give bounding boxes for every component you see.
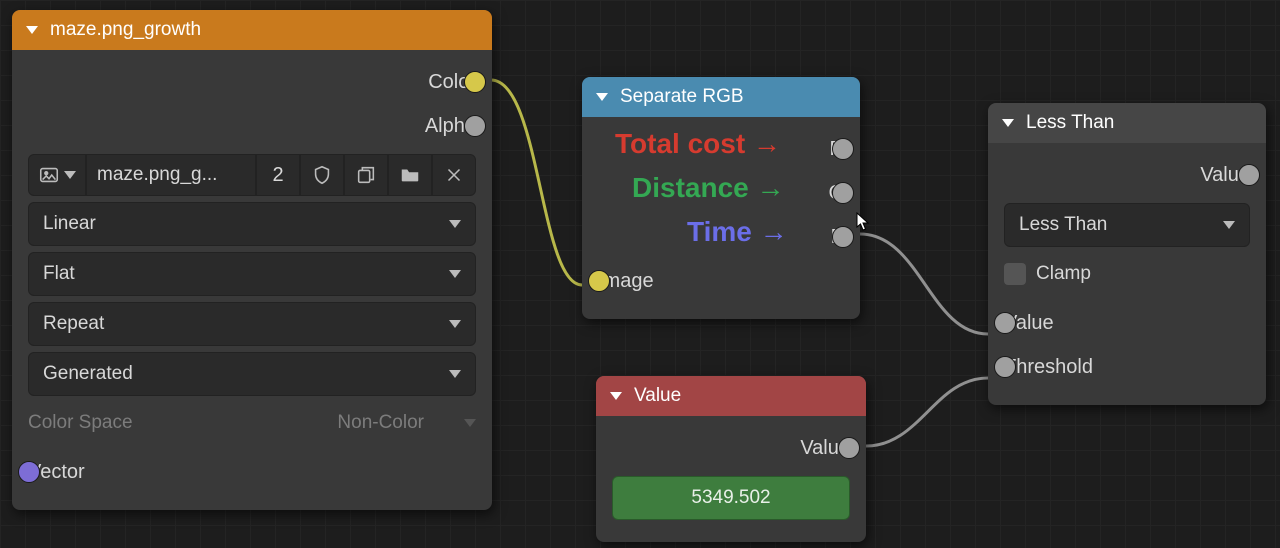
socket-value-output[interactable] [1238,164,1260,186]
node-header[interactable]: Separate RGB [582,77,860,117]
annotation-distance: Distance → [632,172,785,204]
socket-alpha-output[interactable] [464,115,486,137]
color-space-label: Color Space [28,412,133,434]
close-icon [443,164,465,186]
node-header[interactable]: Less Than [988,103,1266,143]
node-title: Less Than [1026,112,1114,134]
input-threshold-row: Threshold [1004,345,1250,389]
interpolation-select[interactable]: Linear [28,202,476,246]
annotation-time: Time → [687,216,788,248]
collapse-icon[interactable] [26,26,38,34]
node-value[interactable]: Value Value 5349.502 [596,376,866,542]
chevron-down-icon [449,270,461,278]
chevron-down-icon [464,419,476,427]
interpolation-label: Linear [43,213,96,235]
operation-select[interactable]: Less Than [1004,203,1250,247]
clamp-checkbox[interactable]: Clamp [1004,253,1250,295]
checkbox-box [1004,263,1026,285]
fake-user-button[interactable] [300,154,344,196]
new-image-button[interactable] [344,154,388,196]
output-alpha-row: Alpha [28,104,476,148]
image-name-field[interactable]: maze.png_g... [86,154,256,196]
node-less-than[interactable]: Less Than Value Less Than Clamp Value Th… [988,103,1266,405]
collapse-icon[interactable] [596,93,608,101]
projection-label: Flat [43,263,75,285]
open-image-button[interactable] [388,154,432,196]
input-vector-row: Vector [28,450,476,494]
socket-b-output[interactable] [832,226,854,248]
folder-icon [399,164,421,186]
socket-value-input[interactable] [994,312,1016,334]
clamp-label: Clamp [1036,263,1091,285]
socket-color-output[interactable] [464,71,486,93]
projection-select[interactable]: Flat [28,252,476,296]
image-icon [38,164,60,186]
node-header[interactable]: maze.png_growth [12,10,492,50]
socket-image-input[interactable] [588,270,610,292]
node-title: Separate RGB [620,86,744,108]
extension-label: Repeat [43,313,104,335]
collapse-icon[interactable] [1002,119,1014,127]
chevron-down-icon [64,171,76,179]
chevron-down-icon [1223,221,1235,229]
input-image-row: Image [598,259,844,303]
image-users-button[interactable]: 2 [256,154,300,196]
node-image-texture[interactable]: maze.png_growth Color Alpha maze.png_g..… [12,10,492,510]
source-label: Generated [43,363,133,385]
shield-icon [311,164,333,186]
color-space-value: Non-Color [337,412,424,434]
output-color-row: Color [28,60,476,104]
output-value-row: Value [1004,153,1250,197]
extension-select[interactable]: Repeat [28,302,476,346]
socket-value-output[interactable] [838,437,860,459]
node-header[interactable]: Value [596,376,866,416]
annotation-total-cost: Total cost → [615,128,781,160]
input-value-row: Value [1004,301,1250,345]
mouse-cursor [856,212,870,232]
unlink-image-button[interactable] [432,154,476,196]
socket-vector-input[interactable] [18,461,40,483]
color-space-row: Color Space Non-Color [28,402,476,444]
chevron-down-icon [449,220,461,228]
node-title: Value [634,385,681,407]
collapse-icon[interactable] [610,392,622,400]
socket-threshold-input[interactable] [994,356,1016,378]
chevron-down-icon [449,320,461,328]
source-select[interactable]: Generated [28,352,476,396]
input-threshold-label: Threshold [1004,356,1093,379]
operation-label: Less Than [1019,214,1107,236]
duplicate-icon [355,164,377,186]
image-browse-button[interactable] [28,154,86,196]
node-title: maze.png_growth [50,19,201,41]
image-datablock: maze.png_g... 2 [28,154,476,196]
chevron-down-icon [449,370,461,378]
value-field[interactable]: 5349.502 [612,476,850,520]
socket-g-output[interactable] [832,182,854,204]
socket-r-output[interactable] [832,138,854,160]
output-value-row: Value [612,426,850,470]
